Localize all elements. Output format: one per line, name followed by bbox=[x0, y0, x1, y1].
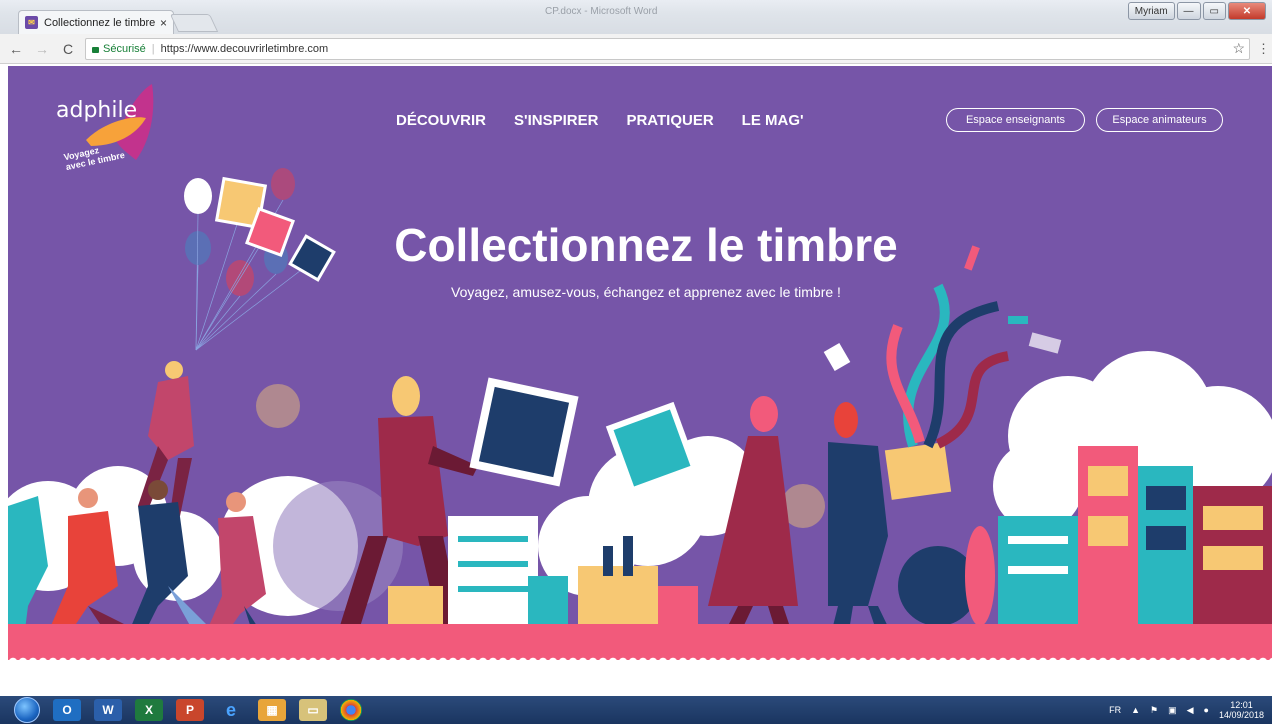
start-button[interactable] bbox=[14, 697, 40, 723]
window-controls: Myriam — ▭ ✕ bbox=[1127, 2, 1266, 20]
animators-space-button[interactable]: Espace animateurs bbox=[1096, 108, 1223, 132]
browser-tab-strip: ✉ Collectionnez le timbre - × CP.docx - … bbox=[0, 0, 1272, 34]
address-bar: ← → C Sécurisé | https://www.decouvrirle… bbox=[0, 34, 1272, 64]
nav-le-mag[interactable]: LE MAG' bbox=[742, 112, 804, 129]
window-title: CP.docx - Microsoft Word bbox=[545, 6, 658, 17]
network-icon[interactable]: ▣ bbox=[1168, 705, 1177, 716]
bookmark-star-icon[interactable]: ☆ bbox=[1232, 40, 1245, 57]
nav-pratiquer[interactable]: PRATIQUER bbox=[626, 112, 713, 129]
clock[interactable]: 12:01 14/09/2018 bbox=[1219, 700, 1264, 720]
update-icon[interactable]: ● bbox=[1204, 705, 1209, 715]
back-arrow-icon[interactable]: ← bbox=[6, 41, 26, 57]
close-window-button[interactable]: ✕ bbox=[1228, 2, 1266, 20]
browser-menu-icon[interactable]: ⋮ bbox=[1257, 41, 1270, 57]
url-input[interactable]: Sécurisé | https://www.decouvrirletimbre… bbox=[85, 38, 1250, 60]
logo-wordmark: adphile bbox=[56, 98, 138, 123]
main-navigation: DÉCOUVRIR S'INSPIRER PRATIQUER LE MAG' bbox=[396, 112, 804, 129]
webpage: adphile Voyagez avec le timbre DÉCOUVRIR… bbox=[8, 66, 1272, 696]
flag-icon[interactable]: ⚑ bbox=[1150, 705, 1158, 716]
hero-title: Collectionnez le timbre bbox=[394, 219, 898, 271]
secure-label: Sécurisé bbox=[103, 43, 146, 55]
hero-illustration bbox=[8, 168, 1272, 686]
new-tab-button[interactable] bbox=[169, 14, 219, 32]
hero-subtitle: Voyagez, amusez-vous, échangez et appren… bbox=[451, 284, 841, 300]
nav-sinspirer[interactable]: S'INSPIRER bbox=[514, 112, 598, 129]
site-favicon-icon: ✉ bbox=[25, 16, 38, 29]
chrome-icon[interactable] bbox=[340, 699, 362, 721]
word-icon[interactable]: W bbox=[94, 699, 122, 721]
forward-arrow-icon[interactable]: → bbox=[32, 41, 52, 57]
system-tray: FR ▲ ⚑ ▣ ◀ ● 12:01 14/09/2018 bbox=[1109, 696, 1264, 724]
explorer-icon[interactable]: ▭ bbox=[299, 699, 327, 721]
windows-taskbar: O W X P e ▦ ▭ FR ▲ ⚑ ▣ ◀ ● 12:01 14/09/2… bbox=[0, 696, 1272, 724]
nav-decouvrir[interactable]: DÉCOUVRIR bbox=[396, 112, 486, 129]
tray-expand-icon[interactable]: ▲ bbox=[1131, 705, 1140, 715]
adphile-logo[interactable]: adphile Voyagez avec le timbre bbox=[56, 80, 166, 180]
teachers-space-button[interactable]: Espace enseignants bbox=[946, 108, 1085, 132]
confetti bbox=[886, 283, 1009, 449]
outlook-icon[interactable]: O bbox=[53, 699, 81, 721]
excel-icon[interactable]: X bbox=[135, 699, 163, 721]
volume-icon[interactable]: ◀ bbox=[1187, 705, 1194, 716]
user-profile-button[interactable]: Myriam bbox=[1127, 2, 1175, 20]
page-below-fold bbox=[8, 660, 1272, 696]
tab-close-icon[interactable]: × bbox=[160, 16, 167, 30]
maximize-button[interactable]: ▭ bbox=[1202, 2, 1226, 20]
reload-icon[interactable]: C bbox=[58, 41, 78, 57]
ie-icon[interactable]: e bbox=[217, 699, 245, 721]
lock-icon bbox=[92, 47, 99, 53]
language-indicator[interactable]: FR bbox=[1109, 705, 1121, 715]
tab-title: Collectionnez le timbre - bbox=[44, 16, 156, 29]
powerpoint-icon[interactable]: P bbox=[176, 699, 204, 721]
separator: | bbox=[151, 43, 155, 55]
minimize-button[interactable]: — bbox=[1176, 2, 1201, 20]
browser-tab[interactable]: ✉ Collectionnez le timbre - × bbox=[18, 10, 174, 34]
url-text: https://www.decouvrirletimbre.com bbox=[160, 43, 329, 55]
photo-icon[interactable]: ▦ bbox=[258, 699, 286, 721]
